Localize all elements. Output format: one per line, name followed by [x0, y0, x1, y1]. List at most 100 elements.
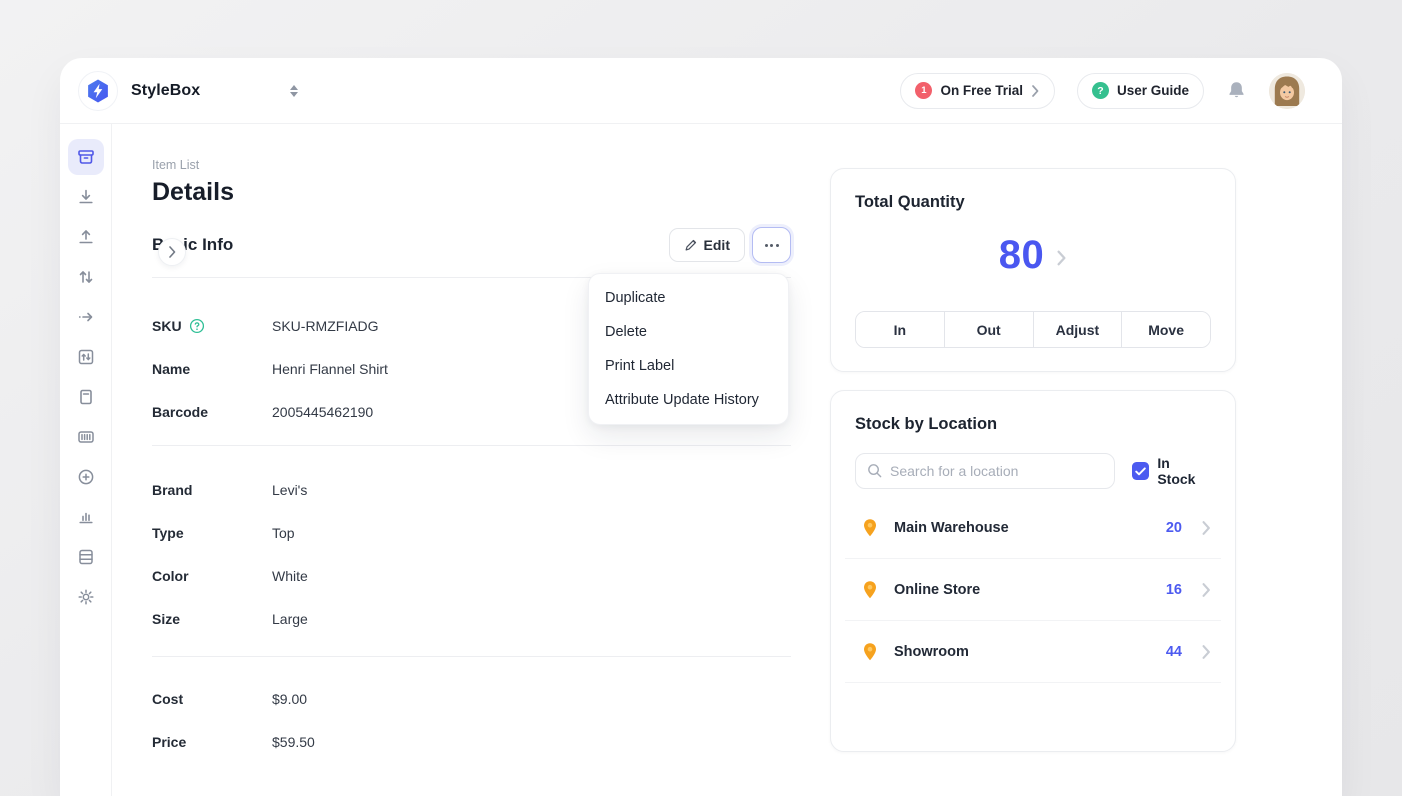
- sidebar-item-documents[interactable]: [68, 379, 104, 415]
- field-row: Color White: [152, 554, 791, 597]
- field-value: $59.50: [272, 734, 315, 750]
- free-trial-label: On Free Trial: [940, 83, 1023, 98]
- stock-by-location-card: Stock by Location In Stock: [830, 390, 1236, 752]
- more-actions-button[interactable]: [752, 227, 791, 263]
- field-label: SKU: [152, 318, 182, 334]
- field-row: Price $59.50: [152, 720, 791, 763]
- quantity-action-move-button[interactable]: Move: [1121, 312, 1210, 347]
- top-bar: StyleBox 1 On Free Trial ? User Guide: [60, 58, 1342, 124]
- sidebar-item-adjust[interactable]: [68, 339, 104, 375]
- quantity-detail-button[interactable]: [1056, 246, 1067, 266]
- sidebar-item-transfer[interactable]: [68, 259, 104, 295]
- sort-arrows-icon: [288, 84, 300, 98]
- quantity-action-adjust-button[interactable]: Adjust: [1033, 312, 1122, 347]
- header-actions: 1 On Free Trial ? User Guide: [900, 73, 1305, 109]
- total-quantity-title: Total Quantity: [855, 193, 965, 212]
- field-value: $9.00: [272, 691, 307, 707]
- field-value: 2005445462190: [272, 404, 373, 420]
- chevron-right-icon: [1202, 521, 1211, 535]
- location-row[interactable]: Main Warehouse 20: [845, 497, 1221, 559]
- download-icon: [76, 187, 96, 207]
- help-circle-icon[interactable]: [189, 318, 205, 334]
- chevron-right-icon: [1202, 583, 1211, 597]
- hexagon-logo-icon: [85, 78, 111, 104]
- sidebar-item-add-new[interactable]: [68, 459, 104, 495]
- field-value: Henri Flannel Shirt: [272, 361, 388, 377]
- ellipsis-icon: [765, 244, 768, 247]
- field-group: Cost $9.00 Price $59.50: [152, 656, 791, 763]
- location-list: Main Warehouse 20 Online Store 16 Showro…: [845, 497, 1221, 683]
- menu-item[interactable]: Print Label: [589, 349, 788, 383]
- chevron-right-icon: [1031, 85, 1040, 97]
- notifications-button[interactable]: [1226, 80, 1247, 102]
- quantity-action-out-button[interactable]: Out: [944, 312, 1033, 347]
- quantity-action-in-button[interactable]: In: [856, 312, 944, 347]
- workspace-switcher[interactable]: [288, 84, 300, 98]
- map-pin-icon: [861, 580, 879, 600]
- pencil-icon: [684, 239, 697, 252]
- location-name: Online Store: [894, 582, 1166, 598]
- map-pin-icon: [861, 642, 879, 662]
- field-value: SKU-RMZFIADG: [272, 318, 379, 334]
- chevron-right-icon: [1202, 645, 1211, 659]
- bar-chart-icon: [76, 507, 96, 527]
- brand-name: StyleBox: [131, 82, 200, 100]
- sidebar-item-reports[interactable]: [68, 499, 104, 535]
- sidebar-item-move[interactable]: [68, 299, 104, 335]
- field-value: White: [272, 568, 308, 584]
- chevron-right-icon: [168, 246, 177, 258]
- location-row[interactable]: Online Store 16: [845, 559, 1221, 621]
- avatar-illustration: [1269, 73, 1305, 109]
- menu-item[interactable]: Duplicate: [589, 281, 788, 315]
- stock-by-location-title: Stock by Location: [855, 415, 997, 434]
- sidebar-item-stock-in[interactable]: [68, 179, 104, 215]
- field-label: Size: [152, 611, 180, 627]
- section-actions: Edit: [669, 227, 791, 263]
- total-quantity-card: Total Quantity 80 InOutAdjustMove: [830, 168, 1236, 372]
- avatar[interactable]: [1269, 73, 1305, 109]
- edit-label: Edit: [704, 237, 730, 253]
- sidebar-item-inventory[interactable]: [68, 539, 104, 575]
- barcode-icon: [76, 427, 96, 447]
- location-search: [855, 453, 1115, 489]
- arrow-right-dot-icon: [76, 307, 96, 327]
- menu-item[interactable]: Attribute Update History: [589, 383, 788, 417]
- field-label: Color: [152, 568, 189, 584]
- field-group: Brand Levi's Type Top Color: [152, 445, 791, 656]
- free-trial-button[interactable]: 1 On Free Trial: [900, 73, 1055, 109]
- in-stock-filter[interactable]: In Stock: [1132, 455, 1211, 487]
- field-label: Type: [152, 525, 184, 541]
- in-stock-checkbox[interactable]: [1132, 462, 1150, 480]
- location-search-input[interactable]: [855, 453, 1115, 489]
- user-guide-label: User Guide: [1117, 83, 1189, 98]
- sidebar-item-items[interactable]: [68, 139, 104, 175]
- trial-badge: 1: [915, 82, 932, 99]
- app-logo: [78, 71, 118, 111]
- sidebar-item-barcode[interactable]: [68, 419, 104, 455]
- breadcrumb[interactable]: Item List: [152, 158, 199, 172]
- total-quantity-value: 80: [999, 233, 1045, 278]
- basic-info-header: Basic Info Edit: [152, 227, 791, 263]
- field-row: Size Large: [152, 597, 791, 640]
- upload-icon: [76, 227, 96, 247]
- help-circle-icon: ?: [1092, 82, 1109, 99]
- sidebar-item-settings[interactable]: [68, 579, 104, 615]
- search-icon: [866, 462, 883, 479]
- field-row: Type Top: [152, 511, 791, 554]
- field-value: Levi's: [272, 482, 307, 498]
- field-row: Cost $9.00: [152, 677, 791, 720]
- menu-item[interactable]: Delete: [589, 315, 788, 349]
- chevron-right-icon: [1056, 250, 1067, 266]
- location-row[interactable]: Showroom 44: [845, 621, 1221, 683]
- location-quantity: 16: [1166, 582, 1182, 598]
- sidebar-expand-button[interactable]: [158, 238, 186, 266]
- sidebar-item-stock-out[interactable]: [68, 219, 104, 255]
- bell-icon: [1226, 80, 1247, 102]
- document-icon: [76, 387, 96, 407]
- user-guide-button[interactable]: ? User Guide: [1077, 73, 1204, 109]
- quantity-actions: InOutAdjustMove: [855, 311, 1211, 348]
- edit-button[interactable]: Edit: [669, 228, 745, 262]
- more-actions-menu: DuplicateDeletePrint LabelAttribute Upda…: [588, 273, 789, 425]
- location-name: Showroom: [894, 644, 1166, 660]
- field-label: Brand: [152, 482, 192, 498]
